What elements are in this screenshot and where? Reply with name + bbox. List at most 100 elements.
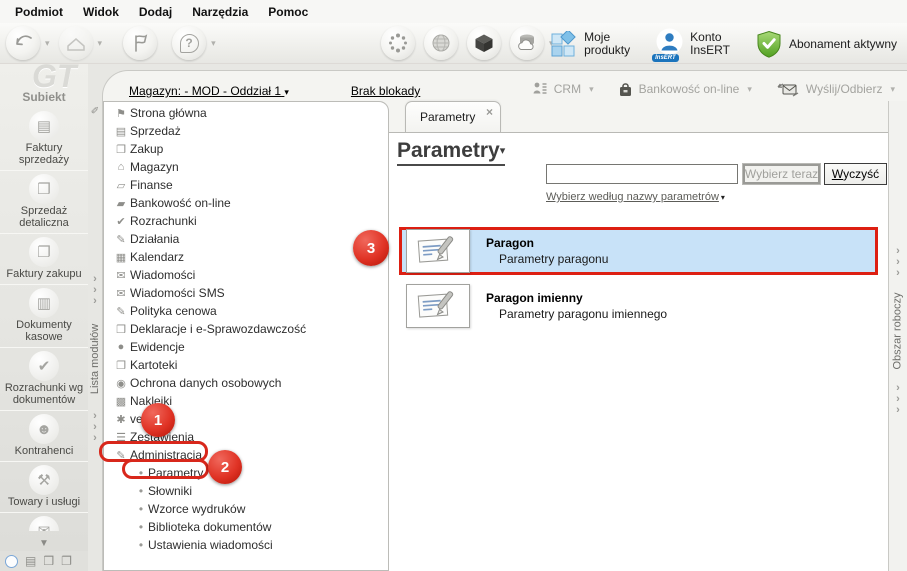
module-icon: ⚒ <box>29 465 59 495</box>
workspace-strip[interactable]: › › › Obszar roboczy › › › <box>888 101 907 571</box>
parameter-list-item[interactable]: Paragon imienny Parametry paragonu imien… <box>399 282 878 330</box>
module-button[interactable]: ❐ Faktury zakupu <box>0 234 88 285</box>
minibar-module-icon[interactable]: ❐ <box>61 555 72 567</box>
online-services-button[interactable] <box>424 26 458 60</box>
chevron-down-icon: ▾ <box>720 193 725 202</box>
module-button[interactable]: ❒ Sprzedaż detaliczna <box>0 171 88 234</box>
tree-item[interactable]: ❐ Kartoteki <box>104 356 388 374</box>
filter-by-name-link[interactable]: Wybierz według nazwy parametrów ▾ <box>546 191 725 203</box>
send-icon <box>66 38 85 51</box>
tree-item-label: Kartoteki <box>130 358 178 372</box>
chevron-down-icon[interactable]: ▾ <box>211 38 216 49</box>
chevron-down-icon[interactable]: ▾ <box>45 38 50 49</box>
insert-badge: InsERT <box>652 54 679 62</box>
tree-item-icon: ▰ <box>116 197 126 210</box>
parameter-item-subtitle: Parametry paragonu <box>499 252 609 266</box>
module-button[interactable]: ☻ Kontrahenci <box>0 411 88 462</box>
module-minibar: ▤ ❒ ❐ <box>0 551 88 571</box>
tree-item[interactable]: ● Ewidencje <box>104 338 388 356</box>
tree-item[interactable]: ❒ Deklaracje i e-Sprawozdawczość <box>104 320 388 338</box>
tree-item[interactable]: ▱ Finanse <box>104 176 388 194</box>
tree-item[interactable]: ✉ Wiadomości SMS <box>104 284 388 302</box>
tree-item[interactable]: ▤ Sprzedaż <box>104 122 388 140</box>
tree-item-icon: ✉ <box>116 287 126 300</box>
tree-item[interactable]: • Wzorce wydruków <box>104 500 388 518</box>
magazyn-selector-link[interactable]: Magazyn: - MOD - Oddział 1 ▾ <box>129 84 289 98</box>
more-modules-arrow-icon[interactable]: ▼ <box>0 538 88 549</box>
banking-toggle[interactable]: Bankowość on-line ▾ <box>618 82 752 97</box>
subscription-status-label: Abonament aktywny <box>788 36 897 51</box>
tree-item[interactable]: ❐ Zakup <box>104 140 388 158</box>
tree-item[interactable]: • Słowniki <box>104 482 388 500</box>
vendero-button[interactable] <box>381 26 415 60</box>
minibar-module-icon[interactable]: ❒ <box>43 555 54 567</box>
module-list-strip[interactable]: ✐ › › › Lista modułów › › › <box>88 100 102 571</box>
menu-item[interactable]: Widok <box>74 2 128 22</box>
banking-lock-icon <box>619 82 631 96</box>
module-label: Kontrahenci <box>14 445 74 457</box>
tree-item-label: Ustawienia wiadomości <box>148 538 273 552</box>
tree-item-label: Kalendarz <box>130 250 185 264</box>
parameter-list: Paragon Parametry paragonu Paragon imien… <box>399 227 878 337</box>
chevron-down-icon: ▾ <box>284 87 289 97</box>
tree-item[interactable]: ⚑ Strona główna <box>104 104 388 122</box>
module-button[interactable]: ⚒ Towary i usługi <box>0 462 88 513</box>
module-list-strip-label: Lista modułów <box>89 323 102 395</box>
tree-item-icon: ✱ <box>116 413 126 426</box>
tree-item[interactable]: • Biblioteka dokumentów <box>104 518 388 536</box>
page-title[interactable]: Parametry▾ <box>397 139 506 166</box>
chevron-down-icon[interactable]: ▾ <box>98 38 103 49</box>
module-button[interactable]: ✉ Wiadomości odebrane <box>0 513 88 531</box>
parameter-list-item[interactable]: Paragon Parametry paragonu <box>399 227 878 275</box>
tree-item-icon: ⚑ <box>116 107 126 120</box>
menu-item[interactable]: Dodaj <box>130 2 181 22</box>
menu-item[interactable]: Podmiot <box>6 2 72 22</box>
tree-item[interactable]: ▰ Bankowość on-line <box>104 194 388 212</box>
switch-document-button[interactable] <box>6 26 40 60</box>
subscription-status-button[interactable]: Abonament aktywny <box>748 25 905 63</box>
tree-item-label: Bankowość on-line <box>130 196 231 210</box>
send-document-button[interactable] <box>58 26 93 60</box>
select-now-button[interactable]: Wybierz teraz <box>742 163 821 185</box>
tree-item[interactable]: ◉ Ochrona danych osobowych <box>104 374 388 392</box>
tree-item-icon: ⌂ <box>117 161 125 173</box>
tree-item[interactable]: ✎ Polityka cenowa <box>104 302 388 320</box>
tree-item-icon: • <box>138 538 144 552</box>
tree-item[interactable]: ✎ Działania <box>104 230 388 248</box>
tree-item-label: Wiadomości <box>130 268 196 282</box>
parameter-search-input[interactable] <box>546 164 738 184</box>
tree-item[interactable]: ✔ Rozrachunki <box>104 212 388 230</box>
insert-account-button[interactable]: InsERT Konto InsERT <box>648 25 738 63</box>
selected-module-indicator-icon[interactable] <box>5 554 18 568</box>
cloud-database-icon <box>518 34 534 50</box>
minibar-module-icon[interactable]: ▤ <box>25 555 36 567</box>
module-sidebar: GT Subiekt ▤ Faktury sprzedaży ❒ Sprzeda… <box>0 58 88 571</box>
clear-button[interactable]: Wyczyść <box>824 163 887 185</box>
tab-parametry[interactable]: Parametry × <box>405 101 501 132</box>
tree-item[interactable]: ▦ Kalendarz <box>104 248 388 266</box>
parameter-item-subtitle: Parametry paragonu imiennego <box>499 307 668 321</box>
send-receive-toggle[interactable]: Wyślij/Odbierz ▾ <box>776 81 895 97</box>
tree-item[interactable]: ✉ Wiadomości <box>104 266 388 284</box>
cloud-database-button[interactable] <box>510 26 544 60</box>
main-area: Magazyn: - MOD - Oddział 1 ▾ Brak blokad… <box>88 64 907 571</box>
tree-item[interactable]: • Ustawienia wiadomości <box>104 536 388 554</box>
chevron-down-icon: ▾ <box>890 83 895 94</box>
menu-item[interactable]: Narzędzia <box>183 2 257 22</box>
my-products-button[interactable]: Moje produkty <box>542 25 638 63</box>
tree-item-label: Biblioteka dokumentów <box>148 520 272 534</box>
flag-button[interactable] <box>123 26 158 60</box>
lock-status-link[interactable]: Brak blokady <box>351 84 420 98</box>
module-label: Towary i usługi <box>7 496 81 508</box>
tree-item-icon: ❐ <box>116 143 126 156</box>
tree-item-label: Sprzedaż <box>130 124 181 138</box>
crm-toggle[interactable]: CRM ▾ <box>532 81 594 97</box>
tab-close-icon[interactable]: × <box>486 105 493 119</box>
module-button[interactable]: ▥ Dokumenty kasowe <box>0 285 88 348</box>
menu-item[interactable]: Pomoc <box>259 2 317 22</box>
module-button[interactable]: ▤ Faktury sprzedaży <box>0 108 88 171</box>
module-button[interactable]: ✔ Rozrachunki wg dokumentów <box>0 348 88 411</box>
help-button[interactable]: ? <box>172 26 207 60</box>
tree-item[interactable]: ⌂ Magazyn <box>104 158 388 176</box>
package-button[interactable] <box>467 26 501 60</box>
